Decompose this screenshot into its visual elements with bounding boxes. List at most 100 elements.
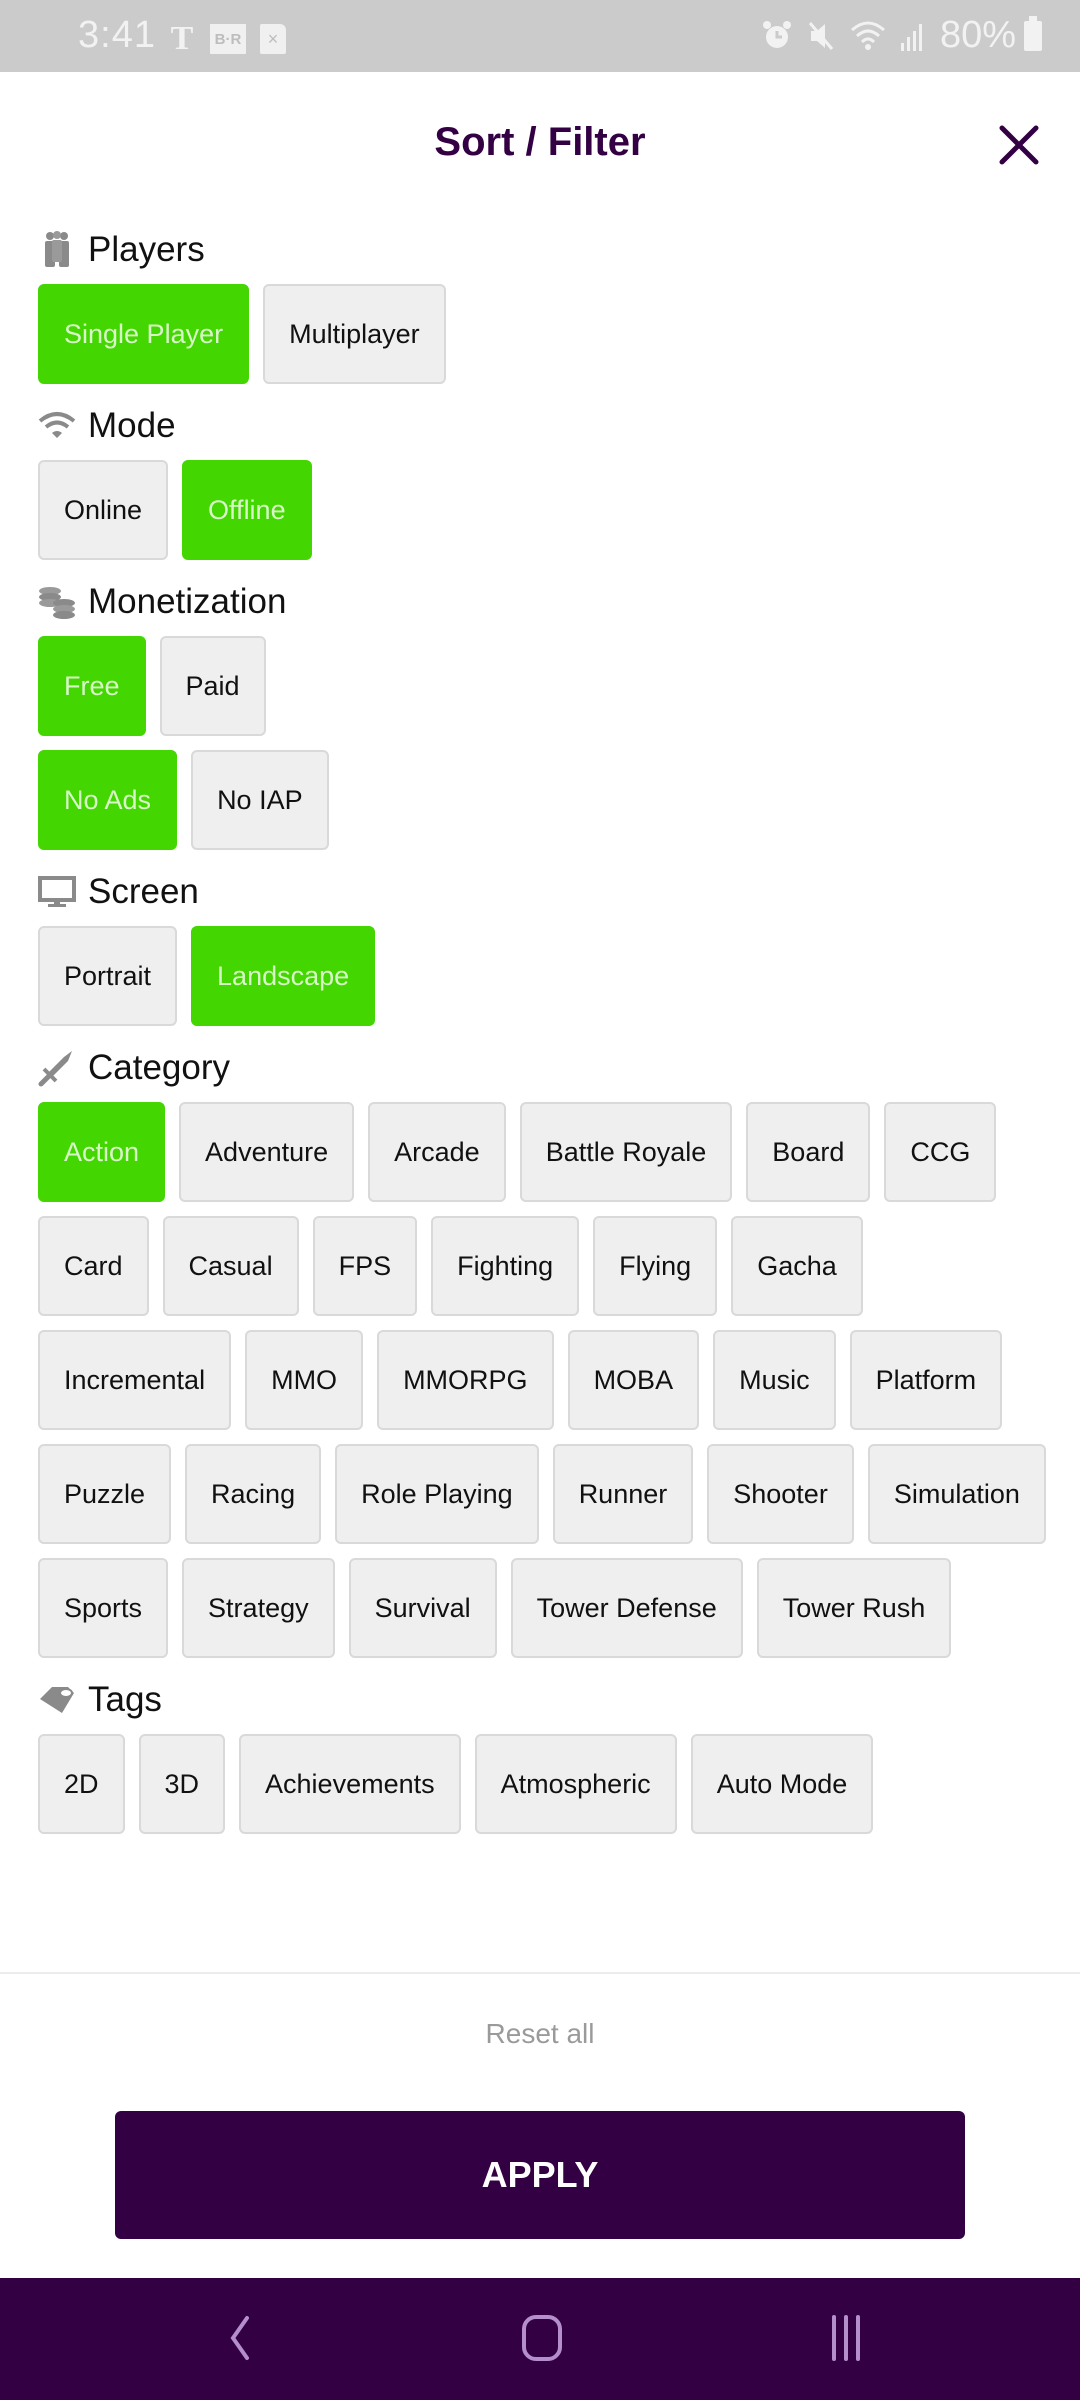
- chip-gacha[interactable]: Gacha: [731, 1216, 863, 1316]
- filter-content: Players Single Player Multiplayer Mode O…: [38, 222, 1058, 1848]
- mute-icon: [806, 20, 836, 52]
- page-title: Sort / Filter: [434, 120, 646, 164]
- back-button[interactable]: [200, 2308, 280, 2368]
- header: Sort / Filter: [0, 72, 1080, 222]
- players-icon: [38, 231, 76, 269]
- chip-casual[interactable]: Casual: [162, 1216, 299, 1316]
- home-icon: [522, 2315, 562, 2361]
- close-icon: [999, 125, 1039, 165]
- chip-survival[interactable]: Survival: [348, 1558, 497, 1658]
- chip-simulation[interactable]: Simulation: [867, 1444, 1046, 1544]
- section-header: Category: [38, 1040, 1058, 1096]
- chip-strategy[interactable]: Strategy: [182, 1558, 335, 1658]
- section-tags: Tags 2D 3D Achievements Atmospheric Auto Mod…: [38, 1672, 1058, 1834]
- chip-landscape[interactable]: Landscape: [191, 926, 376, 1026]
- status-time: 3:41: [78, 14, 156, 56]
- chip-music[interactable]: Music: [713, 1330, 836, 1430]
- section-title: Players: [88, 230, 205, 269]
- section-title: Screen: [88, 872, 199, 911]
- section-title: Mode: [88, 406, 176, 445]
- notification-icons: T B·R ×: [168, 20, 286, 58]
- section-screen: Screen Portrait Landscape: [38, 864, 1058, 1026]
- tag-icon: [38, 1681, 76, 1719]
- close-button[interactable]: [994, 120, 1044, 170]
- wifi-icon: [850, 20, 886, 52]
- status-bar: 3:41 T B·R × 80%: [0, 0, 1080, 72]
- section-title: Monetization: [88, 582, 287, 621]
- chip-group: Free Paid: [38, 636, 1058, 736]
- chip-3d[interactable]: 3D: [138, 1734, 226, 1834]
- chip-atmospheric[interactable]: Atmospheric: [474, 1734, 677, 1834]
- section-monetization: Monetization Free Paid No Ads No IAP: [38, 574, 1058, 850]
- wifi-icon: [38, 407, 76, 445]
- recents-button[interactable]: [806, 2308, 886, 2368]
- back-icon: [230, 2316, 249, 2360]
- chip-no-iap[interactable]: No IAP: [191, 750, 329, 850]
- chip-single-player[interactable]: Single Player: [38, 284, 250, 384]
- chip-paid[interactable]: Paid: [159, 636, 266, 736]
- chip-sports[interactable]: Sports: [38, 1558, 169, 1658]
- chip-role-playing[interactable]: Role Playing: [335, 1444, 539, 1544]
- section-header: Monetization: [38, 574, 1058, 630]
- home-button[interactable]: [502, 2308, 582, 2368]
- chip-group: Online Offline: [38, 460, 1058, 560]
- file-x-icon: ×: [260, 24, 286, 54]
- section-category: Category Action Adventure Arcade Battle Roy…: [38, 1040, 1058, 1658]
- system-icons: 80%: [762, 14, 1042, 57]
- battery-percent: 80%: [939, 14, 1016, 56]
- coins-icon: [38, 583, 76, 621]
- chip-adventure[interactable]: Adventure: [179, 1102, 355, 1202]
- chip-racing[interactable]: Racing: [185, 1444, 322, 1544]
- section-header: Mode: [38, 398, 1058, 454]
- section-header: Players: [38, 222, 1058, 278]
- chip-runner[interactable]: Runner: [552, 1444, 694, 1544]
- section-players: Players Single Player Multiplayer: [38, 222, 1058, 384]
- chip-platform[interactable]: Platform: [849, 1330, 1003, 1430]
- chip-shooter[interactable]: Shooter: [707, 1444, 854, 1544]
- chip-mmorpg[interactable]: MMORPG: [377, 1330, 554, 1430]
- chip-achievements[interactable]: Achievements: [239, 1734, 461, 1834]
- chip-moba[interactable]: MOBA: [567, 1330, 700, 1430]
- nyt-icon: T: [170, 20, 194, 57]
- chip-arcade[interactable]: Arcade: [368, 1102, 506, 1202]
- monitor-icon: [38, 873, 76, 911]
- recents-icon: [832, 2315, 860, 2361]
- section-title: Tags: [88, 1680, 162, 1719]
- chip-card[interactable]: Card: [38, 1216, 149, 1316]
- chip-offline[interactable]: Offline: [182, 460, 312, 560]
- chip-puzzle[interactable]: Puzzle: [38, 1444, 172, 1544]
- section-header: Screen: [38, 864, 1058, 920]
- chip-online[interactable]: Online: [38, 460, 169, 560]
- chip-fps[interactable]: FPS: [312, 1216, 418, 1316]
- chip-battle-royale[interactable]: Battle Royale: [519, 1102, 733, 1202]
- chip-tower-rush[interactable]: Tower Rush: [756, 1558, 952, 1658]
- chip-auto-mode[interactable]: Auto Mode: [690, 1734, 874, 1834]
- chip-group: Action Adventure Arcade Battle Royale Board C…: [38, 1102, 1058, 1658]
- chip-fighting[interactable]: Fighting: [431, 1216, 580, 1316]
- bleacher-report-icon: B·R: [210, 24, 246, 54]
- chip-2d[interactable]: 2D: [38, 1734, 125, 1834]
- chip-ccg[interactable]: CCG: [884, 1102, 997, 1202]
- chip-flying[interactable]: Flying: [593, 1216, 718, 1316]
- chip-multiplayer[interactable]: Multiplayer: [263, 284, 446, 384]
- section-mode: Mode Online Offline: [38, 398, 1058, 560]
- section-header: Tags: [38, 1672, 1058, 1728]
- chip-group: 2D 3D Achievements Atmospheric Auto Mode: [38, 1734, 1058, 1834]
- chip-group: No Ads No IAP: [38, 750, 1058, 850]
- apply-button[interactable]: APPLY: [115, 2111, 965, 2239]
- chip-group: Single Player Multiplayer: [38, 284, 1058, 384]
- chip-portrait[interactable]: Portrait: [38, 926, 178, 1026]
- sword-icon: [38, 1049, 76, 1087]
- footer-divider: [0, 1972, 1080, 1974]
- chip-board[interactable]: Board: [746, 1102, 871, 1202]
- chip-group: Portrait Landscape: [38, 926, 1058, 1026]
- signal-icon: [900, 21, 926, 51]
- chip-free[interactable]: Free: [38, 636, 146, 736]
- chip-tower-defense[interactable]: Tower Defense: [510, 1558, 743, 1658]
- chip-action[interactable]: Action: [38, 1102, 166, 1202]
- reset-all-button[interactable]: Reset all: [0, 2018, 1080, 2050]
- chip-incremental[interactable]: Incremental: [38, 1330, 232, 1430]
- chip-no-ads[interactable]: No Ads: [38, 750, 178, 850]
- chip-mmo[interactable]: MMO: [245, 1330, 364, 1430]
- battery-icon: [1024, 15, 1042, 51]
